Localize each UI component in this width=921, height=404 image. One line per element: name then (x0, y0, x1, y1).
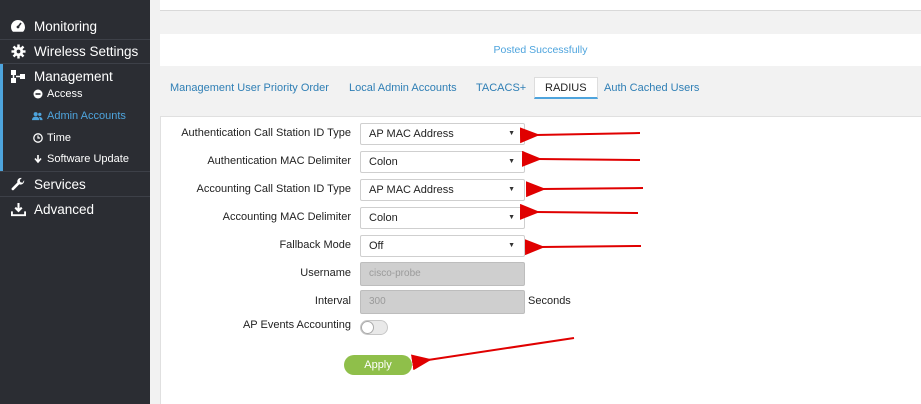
fallback-mode-select[interactable]: Off ▼ (360, 235, 525, 257)
interval-input[interactable]: 300 (360, 290, 525, 314)
dashboard-icon (10, 18, 26, 34)
tab-local-admin-accounts[interactable]: Local Admin Accounts (349, 82, 457, 94)
sidebar-item-label: Advanced (34, 201, 95, 217)
sidebar-sub-label: Software Update (47, 153, 129, 165)
select-value: Colon (369, 156, 398, 168)
auth-mac-delimiter-label: Authentication MAC Delimiter (207, 155, 351, 167)
sidebar-divider (0, 196, 150, 197)
interval-unit: Seconds (528, 295, 571, 307)
sidebar-item-management[interactable]: Management (0, 67, 150, 85)
status-message: Posted Successfully (160, 34, 921, 66)
auth-mac-delimiter-select[interactable]: Colon ▼ (360, 151, 525, 173)
minus-circle-icon (32, 89, 43, 100)
wrench-icon (10, 176, 26, 192)
arrow-down-icon (32, 154, 43, 165)
sidebar-sub-software-update[interactable]: Software Update (32, 153, 129, 165)
sidebar-divider (0, 39, 150, 40)
sitemap-icon (10, 68, 26, 84)
sidebar-item-advanced[interactable]: Advanced (0, 200, 150, 218)
username-input[interactable]: cisco-probe (360, 262, 525, 286)
sidebar: Monitoring Wireless Settings Management … (0, 0, 150, 404)
interval-label: Interval (314, 295, 351, 307)
clock-icon (32, 133, 43, 144)
select-value: Off (369, 240, 384, 252)
tab-bar: Management User Priority Order Local Adm… (160, 76, 921, 100)
tab-management-user-priority-order[interactable]: Management User Priority Order (170, 82, 329, 94)
acct-call-station-id-type-label: Accounting Call Station ID Type (196, 183, 352, 195)
acct-mac-delimiter-label: Accounting MAC Delimiter (222, 211, 351, 223)
tab-radius[interactable]: RADIUS (534, 77, 598, 99)
tab-auth-cached-users[interactable]: Auth Cached Users (604, 82, 699, 94)
select-value: AP MAC Address (369, 184, 454, 196)
sidebar-item-services[interactable]: Services (0, 175, 150, 193)
download-icon (10, 201, 26, 217)
tab-tacacs[interactable]: TACACS+ (476, 82, 526, 94)
acct-call-station-id-type-select[interactable]: AP MAC Address ▼ (360, 179, 525, 201)
gear-icon (10, 43, 26, 59)
sidebar-item-wireless-settings[interactable]: Wireless Settings (0, 42, 150, 60)
caret-down-icon: ▼ (508, 130, 515, 137)
interval-placeholder: 300 (369, 296, 386, 307)
select-value: AP MAC Address (369, 128, 454, 140)
fallback-mode-label: Fallback Mode (279, 239, 351, 251)
sidebar-sub-label: Admin Accounts (47, 110, 126, 122)
toggle-knob (361, 321, 374, 334)
auth-call-station-id-type-select[interactable]: AP MAC Address ▼ (360, 123, 525, 145)
username-label: Username (300, 267, 351, 279)
caret-down-icon: ▼ (508, 242, 515, 249)
sidebar-item-label: Monitoring (34, 18, 98, 34)
select-value: Colon (369, 212, 398, 224)
sidebar-item-label: Management (34, 68, 113, 84)
apply-button[interactable]: Apply (344, 355, 412, 375)
username-placeholder: cisco-probe (369, 268, 421, 279)
acct-mac-delimiter-select[interactable]: Colon ▼ (360, 207, 525, 229)
ap-events-accounting-toggle[interactable] (360, 320, 388, 335)
sidebar-item-monitoring[interactable]: Monitoring (0, 17, 150, 35)
sidebar-divider (0, 63, 150, 64)
users-icon (32, 111, 43, 122)
sidebar-sub-label: Access (47, 88, 83, 100)
sidebar-sub-access[interactable]: Access (32, 88, 82, 100)
top-bar (160, 0, 921, 11)
sidebar-sub-time[interactable]: Time (32, 132, 71, 144)
sidebar-item-label: Wireless Settings (34, 43, 139, 59)
auth-call-station-id-type-label: Authentication Call Station ID Type (181, 127, 351, 139)
sidebar-divider (0, 171, 150, 172)
sidebar-sub-label: Time (47, 132, 72, 144)
caret-down-icon: ▼ (508, 214, 515, 221)
caret-down-icon: ▼ (508, 186, 515, 193)
sidebar-sub-admin-accounts[interactable]: Admin Accounts (32, 110, 126, 122)
caret-down-icon: ▼ (508, 158, 515, 165)
ap-events-accounting-label: AP Events Accounting (242, 319, 351, 331)
sidebar-item-label: Services (34, 176, 86, 192)
